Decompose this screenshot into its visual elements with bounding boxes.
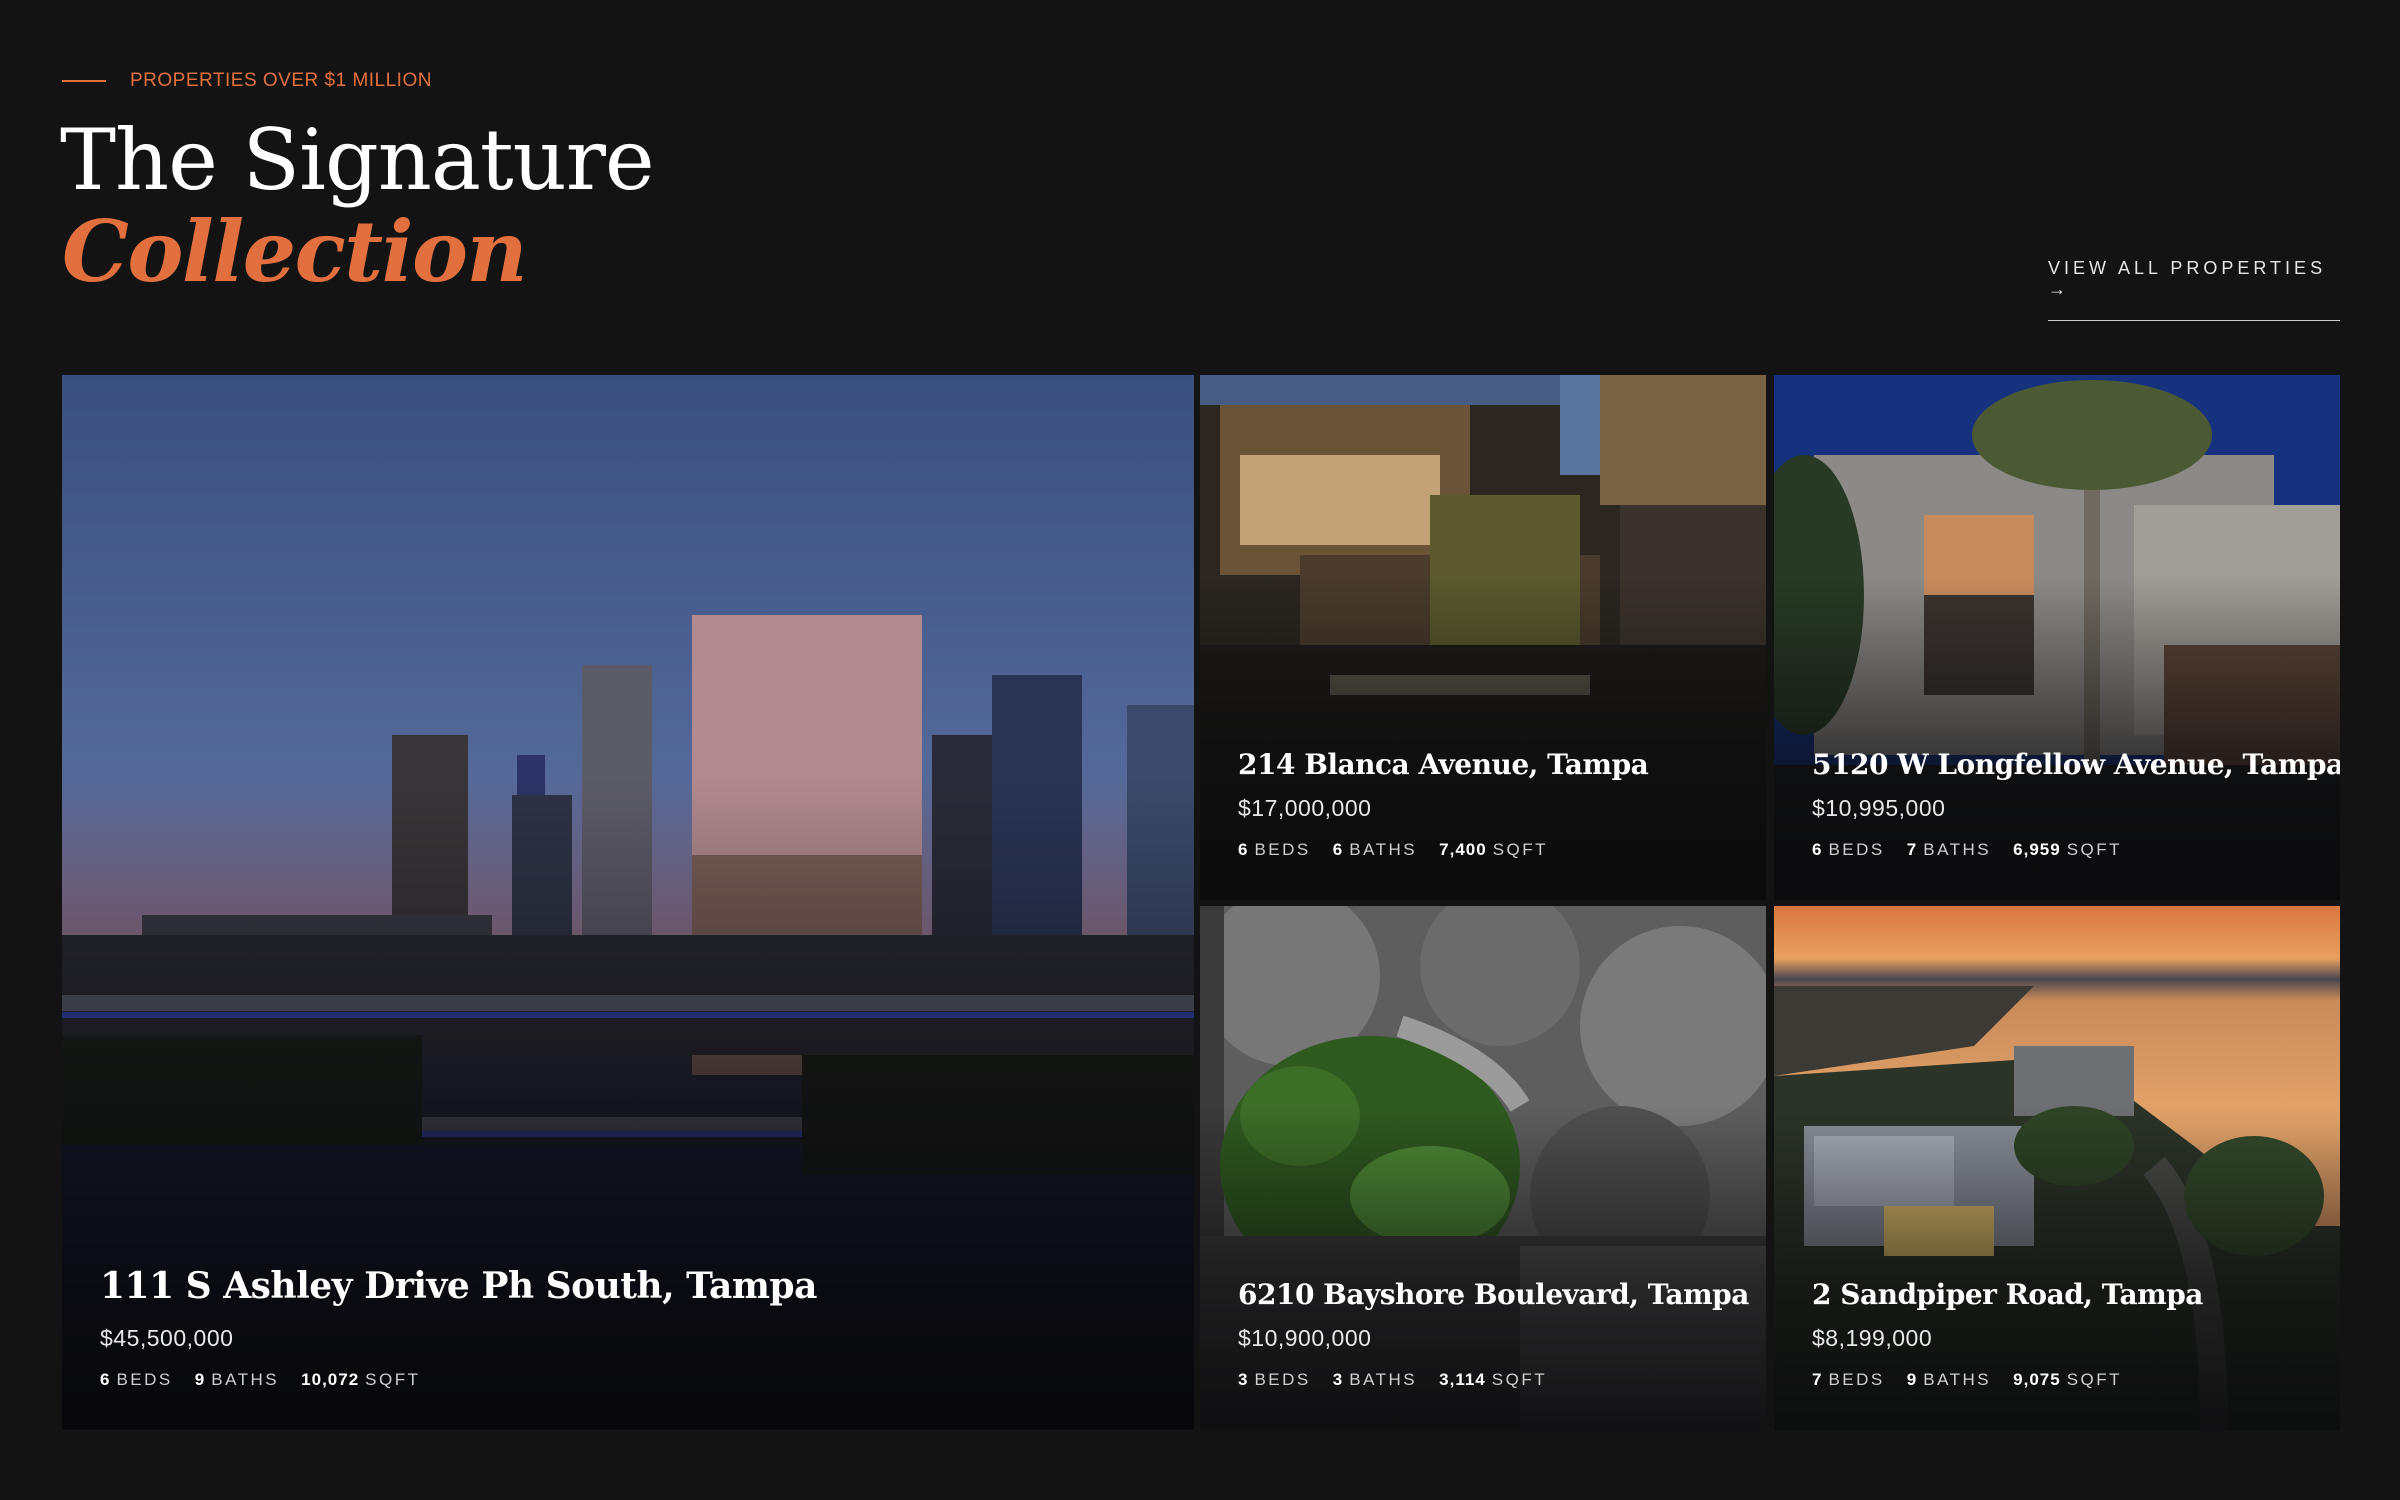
listing-card-sandpiper[interactable]: 2 Sandpiper Road, Tampa $8,199,000 7 BEDS… [1774, 906, 2340, 1430]
listing-specs: 6 BEDS 7 BATHS 6,959 SQFT [1812, 840, 2340, 860]
listing-beds: 6 BEDS [1238, 840, 1311, 859]
listing-card-ashley[interactable]: 111 S Ashley Drive Ph South, Tampa $45,5… [62, 375, 1194, 1430]
listing-beds: 6 BEDS [1812, 840, 1885, 859]
page-title-line-2: Collection [62, 202, 528, 301]
listings-grid: 111 S Ashley Drive Ph South, Tampa $45,5… [62, 375, 2340, 1430]
listing-address: 5120 W Longfellow Avenue, Tampa [1812, 748, 2340, 781]
listing-card-blanca[interactable]: 214 Blanca Avenue, Tampa $17,000,000 6 BE… [1200, 375, 1766, 900]
listing-address: 2 Sandpiper Road, Tampa [1812, 1278, 2203, 1311]
listing-specs: 3 BEDS 3 BATHS 3,114 SQFT [1238, 1370, 1749, 1390]
listing-baths: 6 BATHS [1332, 840, 1418, 859]
listing-info: 2 Sandpiper Road, Tampa $8,199,000 7 BEDS… [1812, 1278, 2203, 1390]
listing-specs: 6 BEDS 6 BATHS 7,400 SQFT [1238, 840, 1648, 860]
listing-baths: 7 BATHS [1906, 840, 1992, 859]
listing-address: 111 S Ashley Drive Ph South, Tampa [100, 1265, 817, 1307]
listing-price: $10,995,000 [1812, 795, 1946, 821]
listing-beds: 6 BEDS [100, 1370, 173, 1389]
listing-sqft: 9,075 SQFT [2013, 1370, 2123, 1389]
listing-specs: 6 BEDS 9 BATHS 10,072 SQFT [100, 1370, 817, 1390]
listing-baths: 9 BATHS [194, 1370, 280, 1389]
listing-card-bayshore[interactable]: 6210 Bayshore Boulevard, Tampa $10,900,0… [1200, 906, 1766, 1430]
listing-card-longfellow[interactable]: 5120 W Longfellow Avenue, Tampa $10,995,… [1774, 375, 2340, 900]
listing-info: 6210 Bayshore Boulevard, Tampa $10,900,0… [1238, 1278, 1749, 1390]
listing-address: 6210 Bayshore Boulevard, Tampa [1238, 1278, 1749, 1311]
listing-price: $17,000,000 [1238, 795, 1372, 821]
listing-info: 5120 W Longfellow Avenue, Tampa $10,995,… [1812, 748, 2340, 860]
listing-info: 111 S Ashley Drive Ph South, Tampa $45,5… [100, 1265, 817, 1390]
page-title-line-1: The Signature [60, 111, 655, 209]
listing-baths: 9 BATHS [1906, 1370, 1992, 1389]
listing-beds: 7 BEDS [1812, 1370, 1885, 1389]
listing-price: $8,199,000 [1812, 1325, 1933, 1351]
listing-info: 214 Blanca Avenue, Tampa $17,000,000 6 BE… [1238, 748, 1649, 860]
listing-address: 214 Blanca Avenue, Tampa [1238, 748, 1649, 781]
listing-sqft: 7,400 SQFT [1439, 840, 1549, 859]
listing-specs: 7 BEDS 9 BATHS 9,075 SQFT [1812, 1370, 2203, 1390]
view-all-properties-link[interactable]: VIEW ALL PROPERTIES → [2048, 258, 2340, 321]
listing-baths: 3 BATHS [1332, 1370, 1418, 1389]
listing-sqft: 3,114 SQFT [1439, 1370, 1548, 1389]
section-eyebrow: PROPERTIES OVER $1 MILLION [62, 70, 432, 92]
listing-price: $10,900,000 [1238, 1325, 1372, 1351]
eyebrow-rule [62, 80, 106, 82]
listing-sqft: 6,959 SQFT [2013, 840, 2123, 859]
listing-price: $45,500,000 [100, 1325, 234, 1351]
listing-sqft: 10,072 SQFT [301, 1370, 421, 1389]
listing-beds: 3 BEDS [1238, 1370, 1311, 1389]
eyebrow-text: PROPERTIES OVER $1 MILLION [130, 70, 432, 91]
